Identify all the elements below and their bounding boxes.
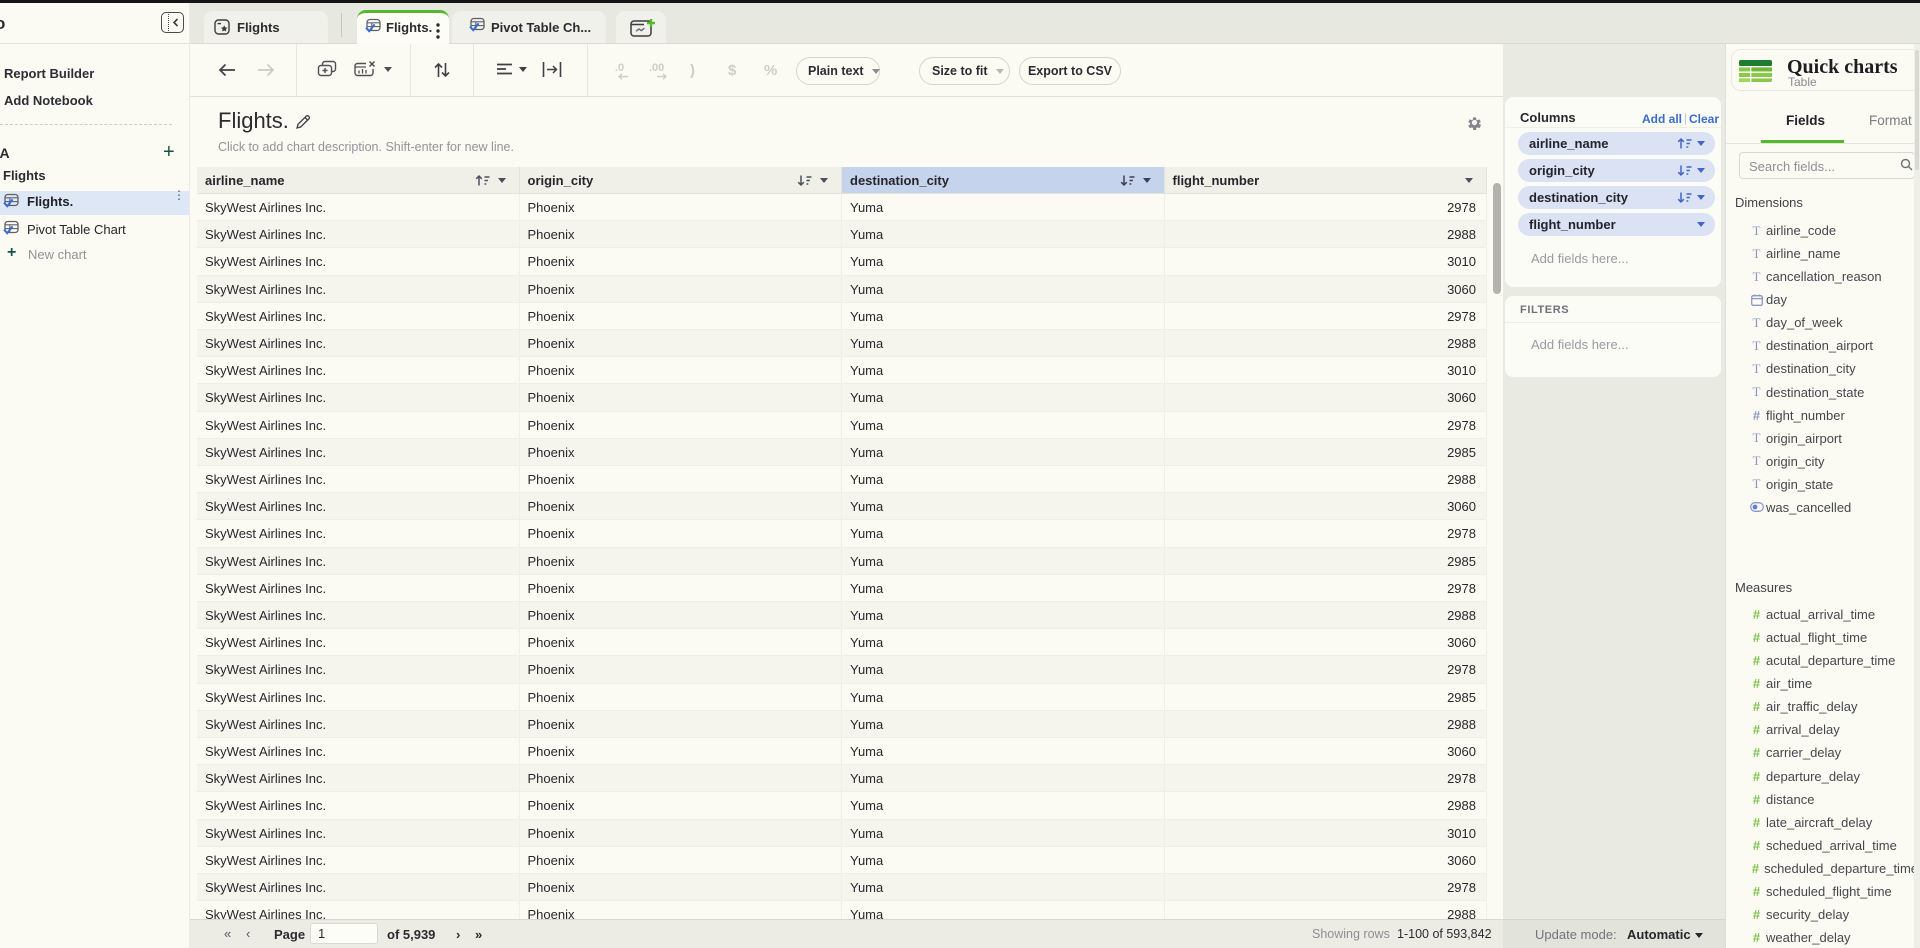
svg-text:.0: .0 — [615, 62, 624, 74]
svg-text:.00: .00 — [649, 62, 664, 74]
